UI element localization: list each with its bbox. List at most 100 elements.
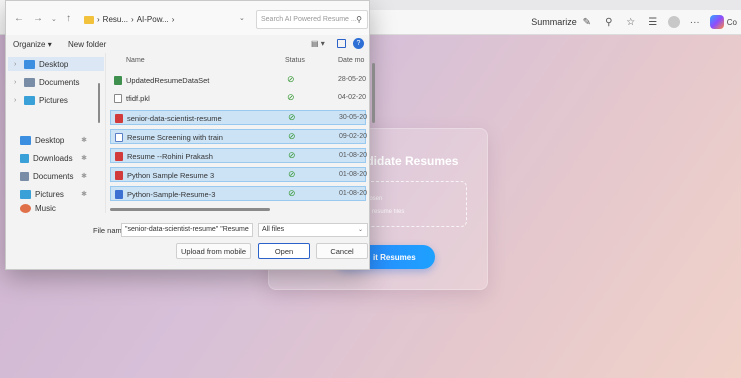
copilot-icon[interactable] <box>709 15 724 29</box>
more-options-icon[interactable]: ··· <box>688 15 702 29</box>
favorites-list-icon[interactable]: ☰ <box>646 15 660 29</box>
file-name: Python Sample Resume 3 <box>127 171 215 180</box>
documents-icon <box>20 171 29 181</box>
file-type-select[interactable]: All files ⌄ <box>258 223 368 237</box>
nav-item-desktop[interactable]: › Desktop <box>8 57 104 71</box>
nav-item-documents[interactable]: › Documents <box>14 75 79 89</box>
downloads-icon <box>20 153 29 163</box>
search-input[interactable]: Search AI Powered Resume ... ⚲ <box>256 10 368 29</box>
word-file-icon <box>115 190 123 199</box>
file-row[interactable]: Resume Screening with train ⊘ 09-02-20 <box>110 129 367 144</box>
folder-icon <box>84 15 94 24</box>
cancel-button[interactable]: Cancel <box>316 243 368 259</box>
file-name: senior-data-scientist-resume <box>127 114 222 123</box>
expand-chevron-icon[interactable]: › <box>14 97 20 104</box>
forward-arrow-icon[interactable]: → <box>33 13 43 24</box>
music-icon <box>20 203 31 213</box>
file-row[interactable]: Resume --Rohini Prakash ⊘ 01-08-20 <box>110 148 367 163</box>
nav-item-label: Pictures <box>35 189 64 199</box>
profile-avatar[interactable] <box>667 16 680 28</box>
address-dropdown-icon[interactable]: ⌄ <box>239 14 245 22</box>
quick-access-music[interactable]: Music <box>20 203 56 213</box>
file-name-input[interactable]: "senior-data-scientist-resume" "Resume <box>121 223 253 237</box>
synced-check-icon: ⊘ <box>287 92 295 102</box>
file-date: 09-02-20 <box>339 133 367 140</box>
nav-item-label: Downloads <box>33 153 73 163</box>
quick-access-desktop[interactable]: Desktop <box>20 133 64 147</box>
file-row[interactable]: tfidf.pkl ⊘ 04-02-20 <box>110 91 366 106</box>
pdf-file-icon <box>115 171 123 180</box>
csv-file-icon <box>114 76 122 85</box>
nav-pane-scrollbar[interactable] <box>98 83 100 123</box>
breadcrumb-item[interactable]: AI-Pow... <box>137 15 169 24</box>
dialog-nav-bar: ← → ⌄ ↑ › Resu... › AI-Pow... › ⌄ Search… <box>6 1 369 35</box>
file-date: 01-08-20 <box>339 190 367 197</box>
file-list: Name Status Date mo UpdatedResumeDataSet… <box>110 53 372 213</box>
expand-chevron-icon[interactable]: › <box>14 79 20 86</box>
summarize-button[interactable]: Summarize ✎ <box>531 15 594 29</box>
quick-access-pictures[interactable]: Pictures <box>20 187 64 201</box>
file-row[interactable]: Python-Sample-Resume-3 ⊘ 01-08-20 <box>110 186 367 201</box>
horizontal-scrollbar[interactable] <box>110 208 270 211</box>
preview-pane-icon[interactable] <box>337 39 346 48</box>
synced-check-icon: ⊘ <box>288 131 296 141</box>
vertical-scrollbar[interactable] <box>372 63 375 123</box>
open-button[interactable]: Open <box>258 243 310 259</box>
expand-chevron-icon[interactable]: › <box>14 61 20 68</box>
search-icon: ⚲ <box>356 15 362 24</box>
chevron-down-icon: ⌄ <box>357 227 363 233</box>
quick-access-downloads[interactable]: Downloads <box>20 151 73 165</box>
search-placeholder: Search AI Powered Resume ... <box>261 16 357 23</box>
synced-check-icon: ⊘ <box>288 188 296 198</box>
pictures-icon <box>20 189 31 199</box>
organize-label: Organize <box>13 40 46 49</box>
navigation-pane: › Desktop › Documents › Pictures Desktop… <box>6 53 106 213</box>
file-name: Resume --Rohini Prakash <box>127 152 213 161</box>
generic-file-icon <box>114 94 122 103</box>
zoom-icon[interactable]: ⚲ <box>602 15 616 29</box>
nav-item-pictures[interactable]: › Pictures <box>14 93 68 107</box>
file-date: 01-08-20 <box>339 171 367 178</box>
column-header-date[interactable]: Date mo <box>338 57 364 64</box>
file-name: Resume Screening with train <box>127 133 223 142</box>
file-row[interactable]: senior-data-scientist-resume ⊘ 30-05-20 <box>110 110 367 125</box>
synced-check-icon: ⊘ <box>287 74 295 84</box>
synced-check-icon: ⊘ <box>288 112 296 122</box>
organize-button[interactable]: Organize ▾ <box>13 40 52 49</box>
file-name: UpdatedResumeDataSet <box>126 76 210 85</box>
pin-icon: ✱ <box>81 173 87 180</box>
column-header-name[interactable]: Name <box>126 57 145 64</box>
file-date: 28-05-20 <box>338 76 366 83</box>
breadcrumb-separator: › <box>97 15 100 24</box>
view-options-icon[interactable]: ▤ ▾ <box>311 39 325 48</box>
nav-item-label: Desktop <box>35 135 65 145</box>
address-bar[interactable]: › Resu... › AI-Pow... › <box>84 11 224 28</box>
upload-from-mobile-button[interactable]: Upload from mobile <box>176 243 251 259</box>
file-row[interactable]: Python Sample Resume 3 ⊘ 01-08-20 <box>110 167 367 182</box>
file-open-dialog: ← → ⌄ ↑ › Resu... › AI-Pow... › ⌄ Search… <box>5 0 375 270</box>
synced-check-icon: ⊘ <box>288 169 296 179</box>
recent-chevron-icon[interactable]: ⌄ <box>51 15 57 23</box>
breadcrumb-separator: › <box>131 15 134 24</box>
column-header-status[interactable]: Status <box>285 57 305 64</box>
breadcrumb-item[interactable]: Resu... <box>103 15 128 24</box>
up-arrow-icon[interactable]: ↑ <box>66 13 71 24</box>
synced-check-icon: ⊘ <box>288 150 296 160</box>
new-folder-button[interactable]: New folder <box>68 40 106 49</box>
nav-item-label: Pictures <box>39 95 68 105</box>
desktop-folder-icon <box>20 135 31 145</box>
help-icon[interactable]: ? <box>353 38 364 49</box>
back-arrow-icon[interactable]: ← <box>14 13 24 24</box>
favorite-star-icon[interactable]: ☆ <box>624 15 638 29</box>
browser-tab-strip <box>340 0 741 10</box>
file-row[interactable]: UpdatedResumeDataSet ⊘ 28-05-20 <box>110 73 366 88</box>
desktop-folder-icon <box>24 59 35 69</box>
nav-item-label: Documents <box>39 77 80 87</box>
file-date: 30-05-20 <box>339 114 367 121</box>
browser-toolbar-right: Summarize ✎ ⚲ ☆ ☰ ··· Co <box>531 12 737 32</box>
file-name: tfidf.pkl <box>126 94 150 103</box>
pin-icon: ✱ <box>81 155 87 162</box>
pin-icon: ✱ <box>81 137 87 144</box>
quick-access-documents[interactable]: Documents <box>20 169 73 183</box>
documents-folder-icon <box>24 77 35 87</box>
